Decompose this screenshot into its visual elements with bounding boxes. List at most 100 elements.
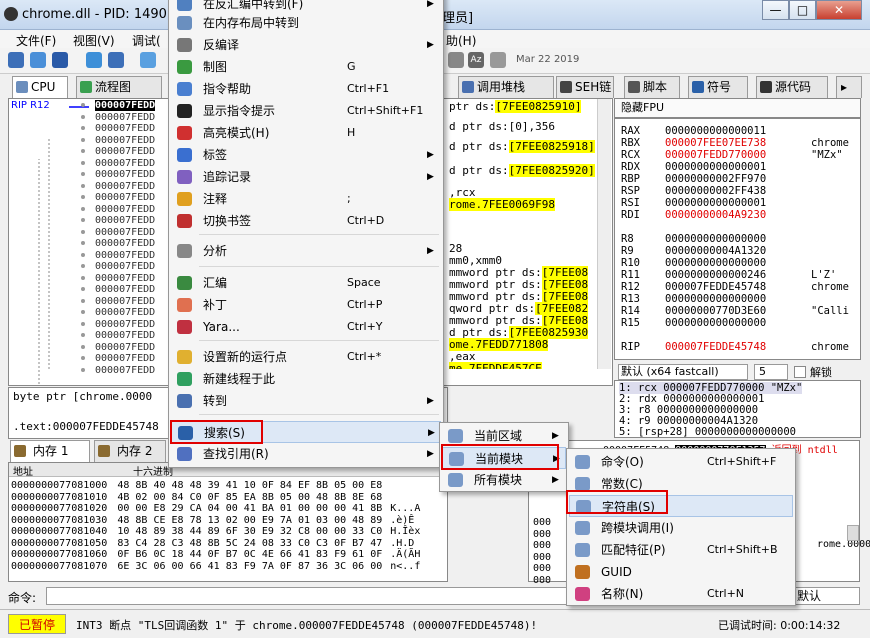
menu-item[interactable]: 制图 G bbox=[171, 56, 441, 78]
breakpoint-dot[interactable] bbox=[81, 229, 85, 234]
register-row[interactable]: R11 0000000000000246 L'Z' bbox=[621, 269, 861, 281]
submenu-arrow-icon: ▶ bbox=[427, 396, 434, 406]
call-convention-select[interactable]: 默认 (x64 fastcall) bbox=[618, 364, 748, 380]
breakpoint-dot[interactable] bbox=[81, 218, 85, 222]
submenu-item[interactable]: 命令(O) Ctrl+Shift+F bbox=[569, 451, 793, 473]
tab-dump-2[interactable]: 内存 2 bbox=[94, 440, 166, 462]
menu-item[interactable]: 切换书签 Ctrl+D bbox=[171, 210, 441, 232]
register-row[interactable]: R14 00000000770D3E60 "Calli bbox=[621, 305, 861, 317]
breakpoint-dot[interactable] bbox=[81, 264, 85, 268]
run-icon[interactable] bbox=[86, 52, 102, 68]
menu-item[interactable]: 补丁 Ctrl+P bbox=[171, 294, 441, 316]
stop-icon[interactable] bbox=[52, 52, 68, 68]
pause-icon[interactable] bbox=[108, 52, 124, 68]
close-button[interactable]: ✕ bbox=[816, 0, 862, 20]
tab-cpu[interactable]: CPU bbox=[12, 76, 68, 98]
step-into-icon[interactable] bbox=[140, 52, 156, 68]
tab-dump-1[interactable]: 内存 1 bbox=[10, 440, 90, 462]
tab-symbols[interactable]: 符号 bbox=[688, 76, 748, 98]
breakpoint-dot[interactable] bbox=[81, 298, 85, 303]
breakpoint-dot[interactable] bbox=[81, 367, 85, 372]
breakpoint-dot[interactable] bbox=[81, 172, 85, 176]
menu-item[interactable]: 新建线程于此 bbox=[171, 368, 441, 390]
register-row[interactable]: RSI 0000000000000001 bbox=[621, 197, 861, 209]
submenu-item[interactable]: 所有模块 ▶ bbox=[442, 469, 566, 491]
breakpoint-dot[interactable] bbox=[81, 333, 85, 337]
menu-help[interactable]: 助(H) bbox=[446, 32, 476, 49]
breakpoint-dot[interactable] bbox=[81, 103, 85, 107]
menu-item[interactable]: 注释; bbox=[171, 188, 441, 210]
breakpoint-dot[interactable] bbox=[81, 149, 85, 153]
register-row[interactable]: R8 0000000000000000 bbox=[621, 233, 861, 245]
menu-item[interactable]: 设置新的运行点 Ctrl+* bbox=[171, 346, 441, 368]
minimize-button[interactable]: — bbox=[762, 0, 789, 20]
menu-item[interactable]: 分析 ▶ bbox=[171, 240, 441, 262]
breakpoint-dot[interactable] bbox=[81, 321, 85, 326]
tab-source[interactable]: 源代码 bbox=[756, 76, 828, 98]
tab-more[interactable]: ▸ bbox=[836, 76, 862, 98]
register-row[interactable]: RDX 0000000000000001 bbox=[621, 161, 861, 173]
breakpoint-dot[interactable] bbox=[81, 114, 85, 119]
open-icon[interactable] bbox=[8, 52, 24, 68]
submenu-item[interactable]: GUID bbox=[569, 561, 793, 583]
breakpoint-dot[interactable] bbox=[81, 206, 85, 211]
register-row[interactable]: R9 00000000004A1320 bbox=[621, 245, 861, 257]
register-row[interactable]: R12 000007FEDDE45748 chrome bbox=[621, 281, 861, 293]
breakpoint-dot[interactable] bbox=[81, 275, 85, 280]
breakpoint-dot[interactable] bbox=[81, 252, 85, 257]
breakpoint-dot[interactable] bbox=[81, 160, 85, 165]
breakpoint-dot[interactable] bbox=[81, 137, 85, 142]
restart-icon[interactable] bbox=[30, 52, 46, 68]
font-icon[interactable]: Az bbox=[468, 52, 484, 68]
register-row[interactable]: R15 0000000000000000 bbox=[621, 317, 861, 329]
menu-debug[interactable]: 调试( bbox=[132, 32, 161, 49]
menu-item[interactable]: 指令帮助 Ctrl+F1 bbox=[171, 78, 441, 100]
breakpoint-dot[interactable] bbox=[81, 126, 85, 130]
register-row[interactable]: RAX 0000000000000011 bbox=[621, 125, 861, 137]
menu-item[interactable]: 反编译 ▶ bbox=[171, 34, 441, 56]
submenu-item[interactable]: 名称(N) Ctrl+N bbox=[569, 583, 793, 605]
register-row[interactable]: R10 0000000000000000 bbox=[621, 257, 861, 269]
settings-icon[interactable] bbox=[448, 52, 464, 68]
register-row[interactable]: RCX 000007FEDD770000 "MZx" bbox=[621, 149, 861, 161]
tab-graph[interactable]: 流程图 bbox=[76, 76, 162, 98]
menu-item[interactable]: Yara... Ctrl+Y bbox=[171, 316, 441, 338]
menu-item[interactable]: 转到 ▶ bbox=[171, 390, 441, 412]
breakpoint-dot[interactable] bbox=[81, 344, 85, 349]
menu-file[interactable]: 文件(F) bbox=[16, 32, 56, 49]
submenu-item[interactable]: 跨模块调用(I) bbox=[569, 517, 793, 539]
command-type-select[interactable]: 默认 bbox=[792, 587, 860, 605]
unlock-checkbox[interactable] bbox=[794, 366, 806, 378]
menu-item[interactable]: 追踪记录 ▶ bbox=[171, 166, 441, 188]
register-row[interactable]: RBX 000007FEE07EE738 chrome bbox=[621, 137, 861, 149]
memory-dump-pane[interactable]: 地址 十六进制 0000000077081000 48 8B 40 48 48 3… bbox=[8, 462, 448, 582]
register-row[interactable]: R13 0000000000000000 bbox=[621, 293, 861, 305]
maximize-button[interactable]: □ bbox=[789, 0, 816, 20]
breakpoint-dot[interactable] bbox=[81, 310, 85, 314]
register-row[interactable]: RSP 00000000002FF438 bbox=[621, 185, 861, 197]
breakpoint-dot[interactable] bbox=[81, 287, 85, 291]
register-row[interactable]: RIP 000007FEDDE45748 chrome bbox=[621, 341, 861, 353]
tab-callstack[interactable]: 调用堆栈 bbox=[458, 76, 554, 98]
disasm-scrollbar[interactable] bbox=[597, 99, 611, 369]
breakpoint-dot[interactable] bbox=[81, 183, 85, 188]
calculator-icon[interactable] bbox=[490, 52, 506, 68]
menu-item[interactable]: 高亮模式(H) H bbox=[171, 122, 441, 144]
breakpoint-dot[interactable] bbox=[81, 195, 85, 199]
menu-item[interactable]: 查找引用(R) ▶ bbox=[171, 443, 441, 465]
breakpoint-dot[interactable] bbox=[81, 356, 85, 360]
fpu-toggle[interactable]: 隐藏FPU bbox=[614, 98, 861, 118]
menu-item[interactable]: 汇编 Space bbox=[171, 272, 441, 294]
tab-script[interactable]: 脚本 bbox=[624, 76, 680, 98]
menu-item[interactable]: 在内存布局中转到 bbox=[171, 12, 441, 34]
breakpoint-dot[interactable] bbox=[81, 241, 85, 245]
stack-scrollbar[interactable] bbox=[847, 525, 859, 541]
submenu-item[interactable]: 匹配特征(P) Ctrl+Shift+B bbox=[569, 539, 793, 561]
register-row[interactable]: RDI 00000000004A9230 bbox=[621, 209, 861, 221]
arg-count-spinner[interactable]: 5 bbox=[754, 364, 788, 380]
menu-item[interactable]: 显示指令提示 Ctrl+Shift+F1 bbox=[171, 100, 441, 122]
register-row[interactable]: RBP 00000000002FF970 bbox=[621, 173, 861, 185]
menu-view[interactable]: 视图(V) bbox=[73, 32, 115, 49]
tab-seh[interactable]: SEH链 bbox=[556, 76, 614, 98]
menu-item[interactable]: 标签 ▶ bbox=[171, 144, 441, 166]
